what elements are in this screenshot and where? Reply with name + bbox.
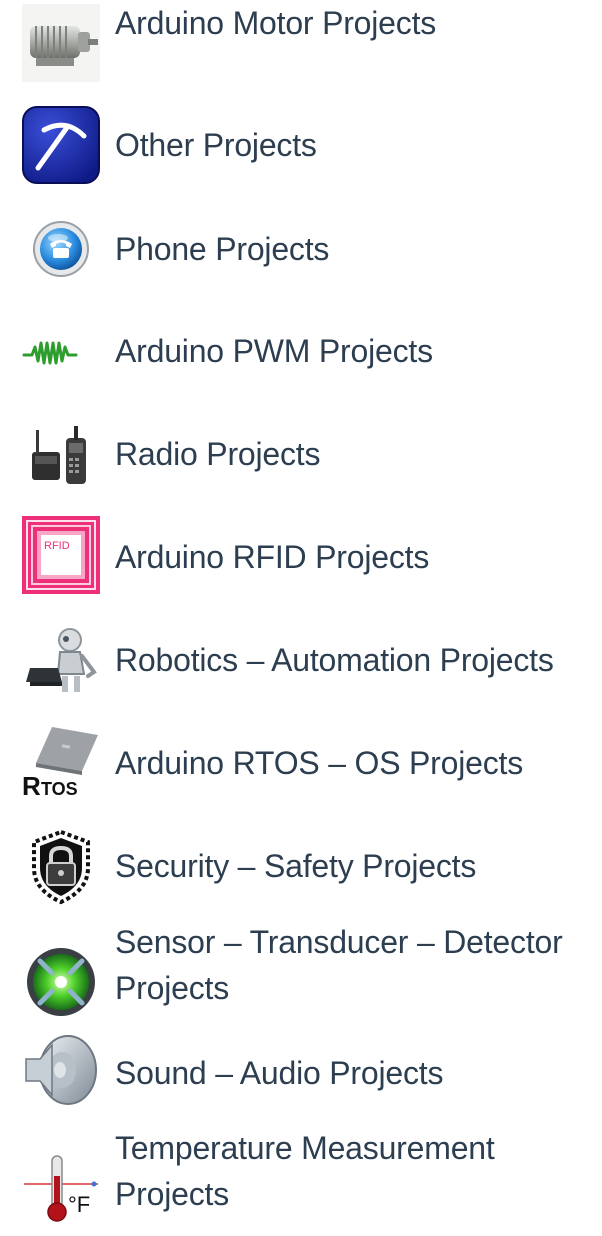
rfid-icon-text: RFID bbox=[44, 540, 70, 552]
category-label: Radio Projects bbox=[115, 436, 321, 472]
category-label: Robotics – Automation Projects bbox=[115, 642, 554, 678]
category-label: Other Projects bbox=[115, 127, 317, 163]
category-link-arduino-rfid[interactable]: RFID Arduino RFID Projects bbox=[0, 515, 602, 605]
motor-icon bbox=[22, 4, 100, 82]
thermometer-icon: °F bbox=[22, 1150, 100, 1228]
phone-icon bbox=[22, 210, 100, 288]
category-label: Arduino PWM Projects bbox=[115, 333, 433, 369]
pickaxe-icon bbox=[22, 106, 100, 184]
rtos-icon-sub: TOS bbox=[41, 779, 78, 799]
category-label: Arduino RTOS – OS Projects bbox=[115, 745, 524, 781]
rfid-icon: RFID bbox=[22, 516, 100, 594]
category-link-arduino-motor[interactable]: Arduino Motor Projects bbox=[0, 0, 602, 90]
category-link-temperature[interactable]: °F Temperature Measurement Projects bbox=[0, 1130, 602, 1236]
padlock-shield-icon bbox=[22, 828, 100, 906]
category-link-robotics[interactable]: Robotics – Automation Projects bbox=[0, 618, 602, 708]
sensor-icon bbox=[22, 943, 100, 1021]
category-link-sound[interactable]: Sound – Audio Projects bbox=[0, 1030, 602, 1120]
category-link-arduino-pwm[interactable]: Arduino PWM Projects bbox=[0, 309, 602, 399]
category-label: Phone Projects bbox=[115, 231, 330, 267]
category-label: Security – Safety Projects bbox=[115, 848, 477, 884]
category-label: Sound – Audio Projects bbox=[115, 1055, 444, 1091]
category-label: Arduino RFID Projects bbox=[115, 539, 430, 575]
category-link-radio[interactable]: Radio Projects bbox=[0, 412, 602, 502]
project-category-list: Arduino Motor Projects Other Projects Ph… bbox=[0, 0, 602, 1236]
rtos-icon: R TOS bbox=[22, 721, 100, 799]
category-label: Arduino Motor Projects bbox=[115, 5, 437, 41]
category-link-phone[interactable]: Phone Projects bbox=[0, 206, 602, 296]
category-link-security[interactable]: Security – Safety Projects bbox=[0, 824, 602, 914]
category-label: Temperature Measurement Projects bbox=[115, 1130, 495, 1212]
radio-icon bbox=[22, 416, 100, 494]
category-link-sensor[interactable]: Sensor – Transducer – Detector Projects bbox=[0, 924, 602, 1037]
speaker-icon bbox=[22, 1031, 100, 1109]
pwm-wave-icon bbox=[22, 313, 100, 391]
category-link-other[interactable]: Other Projects bbox=[0, 103, 602, 193]
thermometer-unit-text: °F bbox=[68, 1192, 90, 1217]
category-link-arduino-rtos[interactable]: R TOS Arduino RTOS – OS Projects bbox=[0, 721, 602, 811]
category-label: Sensor – Transducer – Detector Projects bbox=[115, 924, 563, 1006]
rtos-icon-main: R bbox=[22, 771, 41, 799]
robot-icon bbox=[22, 622, 100, 700]
